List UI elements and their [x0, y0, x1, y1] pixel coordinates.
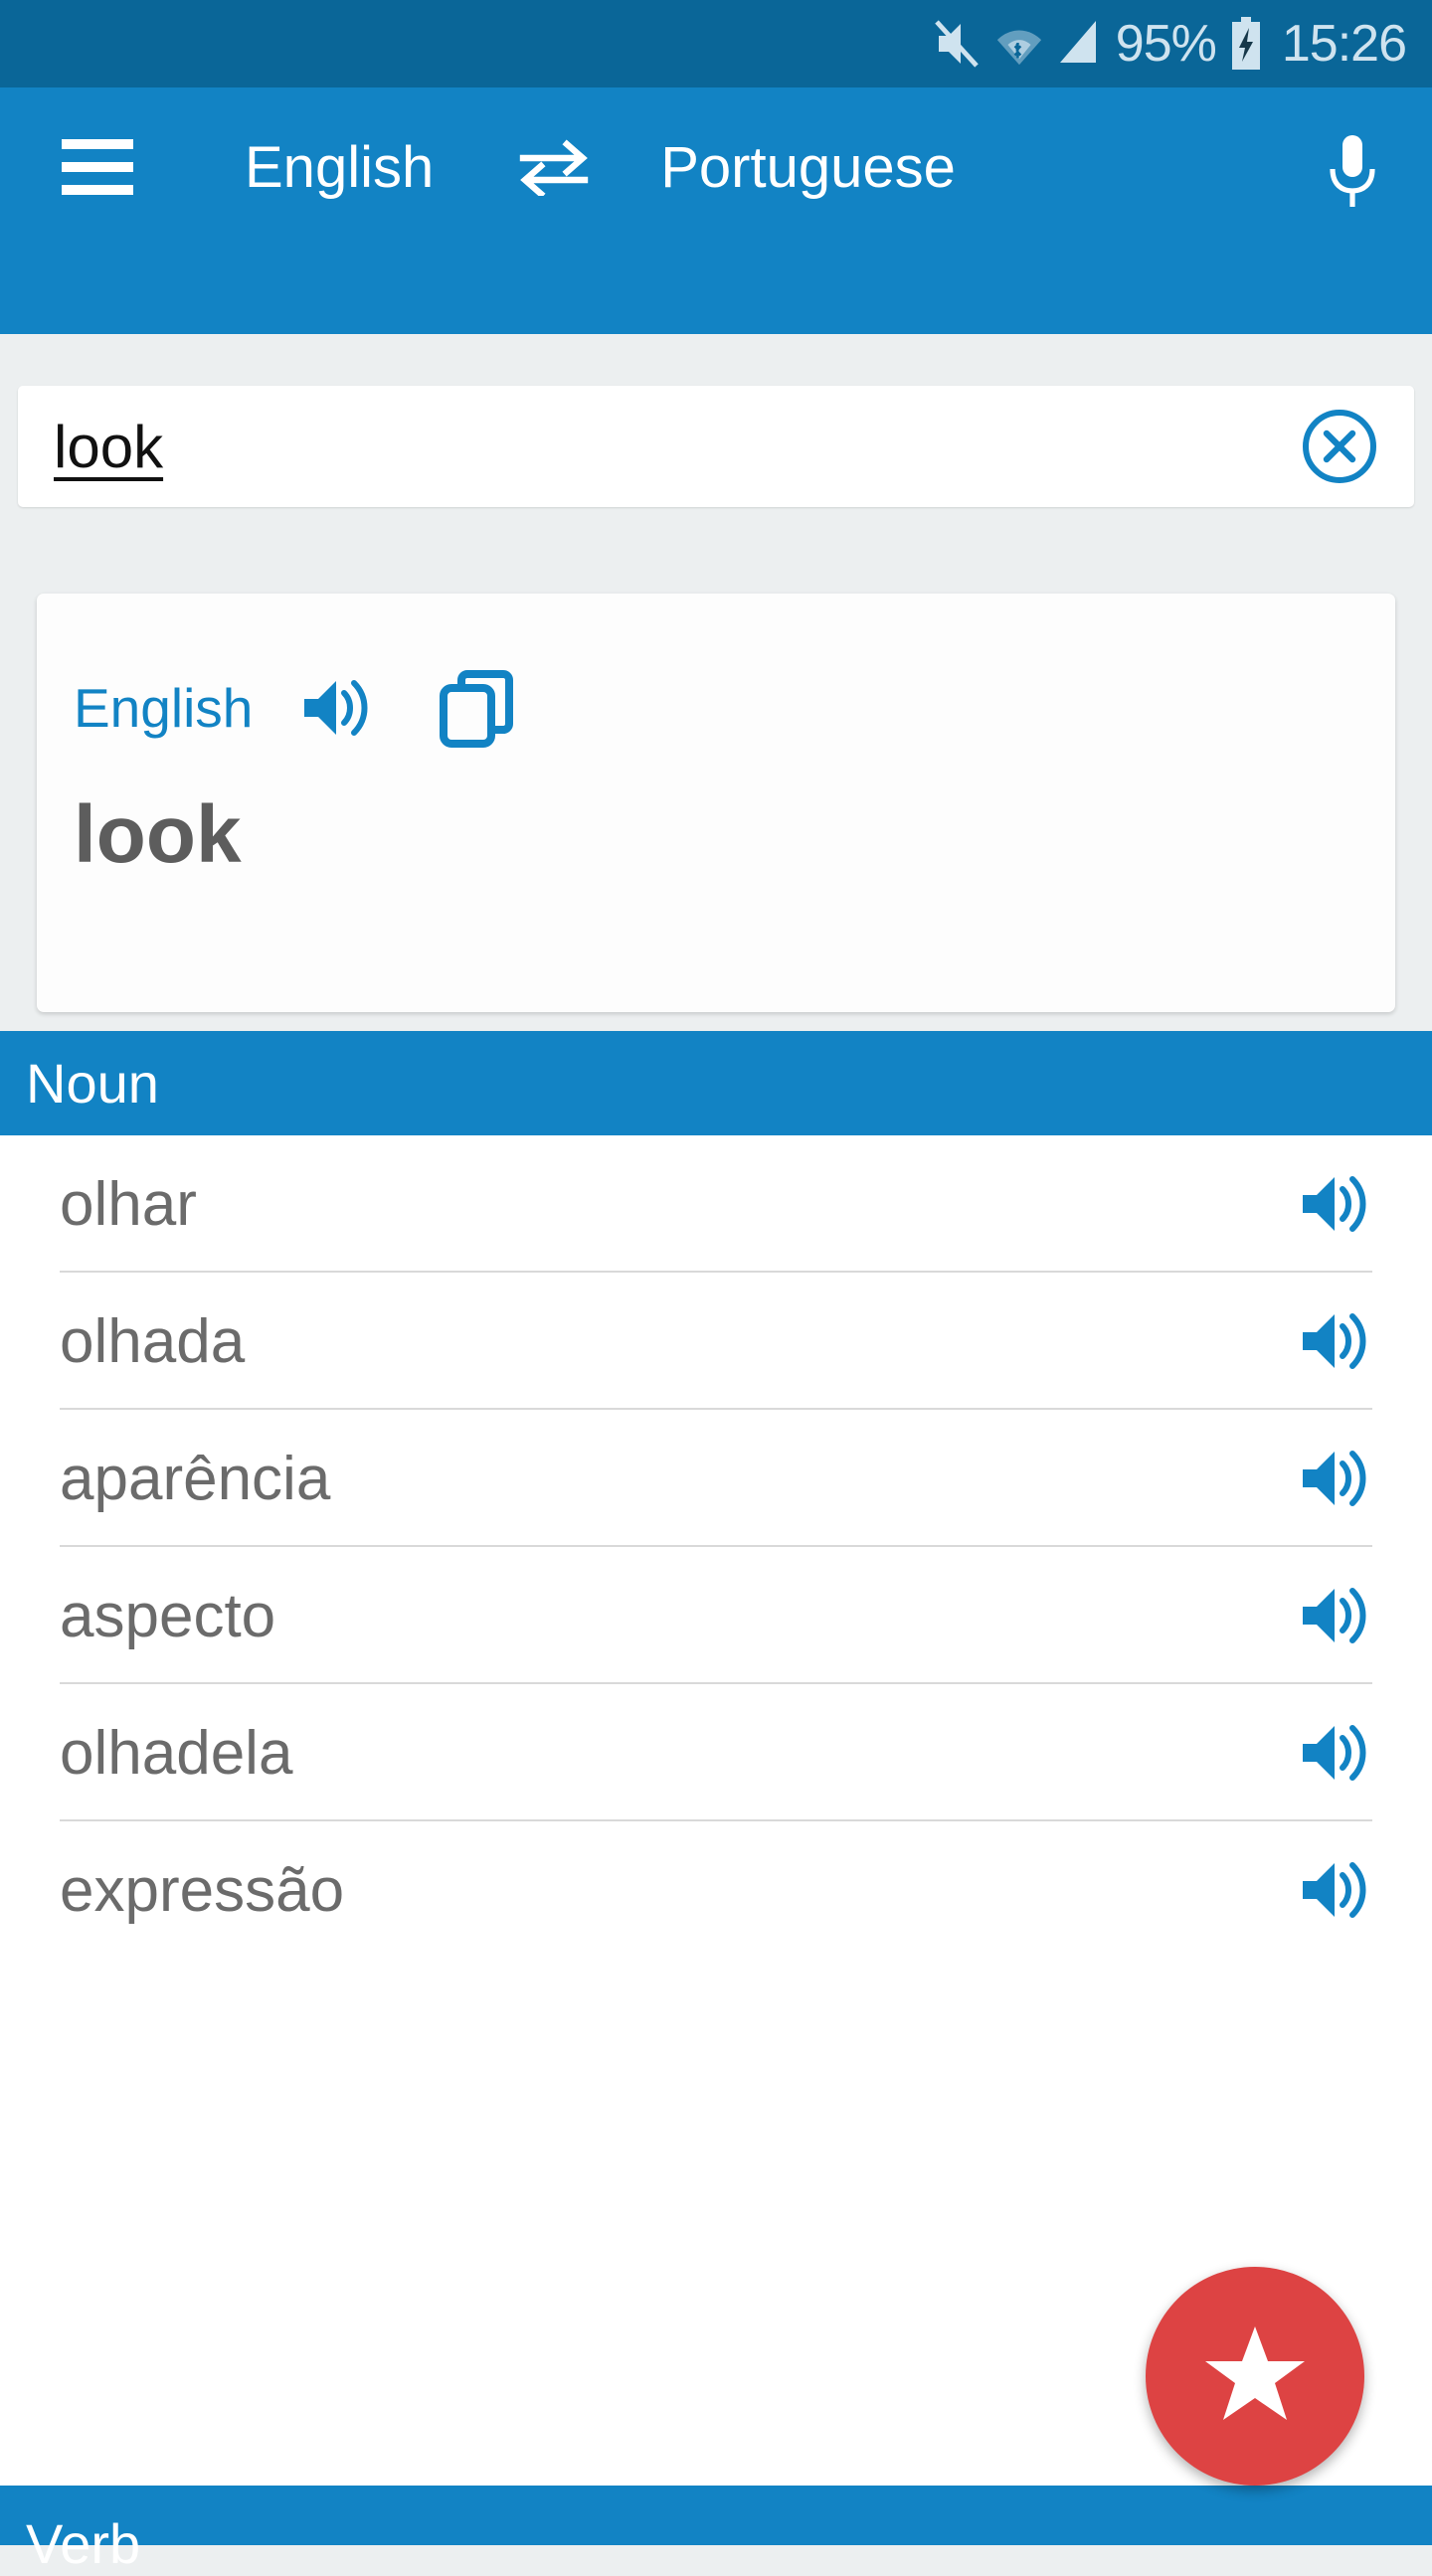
volume-mute-icon [933, 18, 981, 70]
cellular-signal-icon [1058, 19, 1102, 69]
microphone-icon[interactable] [1325, 133, 1380, 209]
battery-charging-icon [1230, 16, 1262, 72]
wifi-icon [994, 18, 1044, 70]
list-item[interactable]: expressão [0, 1821, 1432, 1959]
list-item[interactable]: aspecto [0, 1547, 1432, 1684]
translation-word: olhar [60, 1169, 197, 1239]
section-header-verb: Verb [0, 2486, 1432, 2575]
translation-word: expressão [60, 1855, 345, 1925]
clock-label: 15:26 [1281, 15, 1407, 73]
star-icon [1203, 2324, 1307, 2429]
section-title: Noun [26, 1052, 159, 1115]
card-word: look [74, 789, 242, 880]
list-item[interactable]: aparência [0, 1410, 1432, 1547]
speaker-icon[interactable] [1299, 1310, 1374, 1372]
list-item[interactable]: olhar [0, 1135, 1432, 1273]
battery-percent-label: 95% [1115, 15, 1217, 73]
translation-word: olhadela [60, 1718, 293, 1788]
search-field[interactable] [18, 386, 1414, 507]
translation-word: olhada [60, 1306, 246, 1376]
swap-languages-icon[interactable] [517, 138, 591, 199]
search-input[interactable] [54, 412, 1197, 481]
target-language-button[interactable]: Portuguese [660, 134, 956, 201]
translation-word: aparência [60, 1444, 331, 1513]
hamburger-bar-3 [62, 185, 133, 195]
section-title: Verb [26, 2512, 141, 2575]
card-language-label: English [74, 677, 254, 739]
app-bar-top-row: English Portuguese [0, 87, 1432, 247]
translation-word: aspecto [60, 1581, 276, 1650]
status-bar: 95% 15:26 [0, 0, 1432, 87]
section-header-noun: Noun [0, 1031, 1432, 1135]
speaker-icon[interactable] [1299, 1173, 1374, 1235]
speaker-icon[interactable] [1299, 1585, 1374, 1646]
source-word-card: English look [37, 594, 1395, 1012]
hamburger-bar-1 [62, 139, 133, 149]
speaker-icon[interactable] [300, 677, 378, 739]
favorite-fab-button[interactable] [1146, 2267, 1364, 2486]
speaker-icon[interactable] [1299, 1859, 1374, 1921]
hamburger-menu-icon[interactable] [62, 139, 133, 195]
app-bar: English Portuguese [0, 87, 1432, 507]
speaker-icon[interactable] [1299, 1448, 1374, 1509]
copy-icon[interactable] [438, 668, 517, 748]
list-item[interactable]: olhada [0, 1273, 1432, 1410]
source-language-button[interactable]: English [245, 134, 434, 201]
speaker-icon[interactable] [1299, 1722, 1374, 1784]
card-header-row: English [74, 668, 517, 748]
hamburger-bar-2 [62, 162, 133, 172]
clear-search-icon[interactable] [1301, 408, 1378, 485]
list-item[interactable]: olhadela [0, 1684, 1432, 1821]
